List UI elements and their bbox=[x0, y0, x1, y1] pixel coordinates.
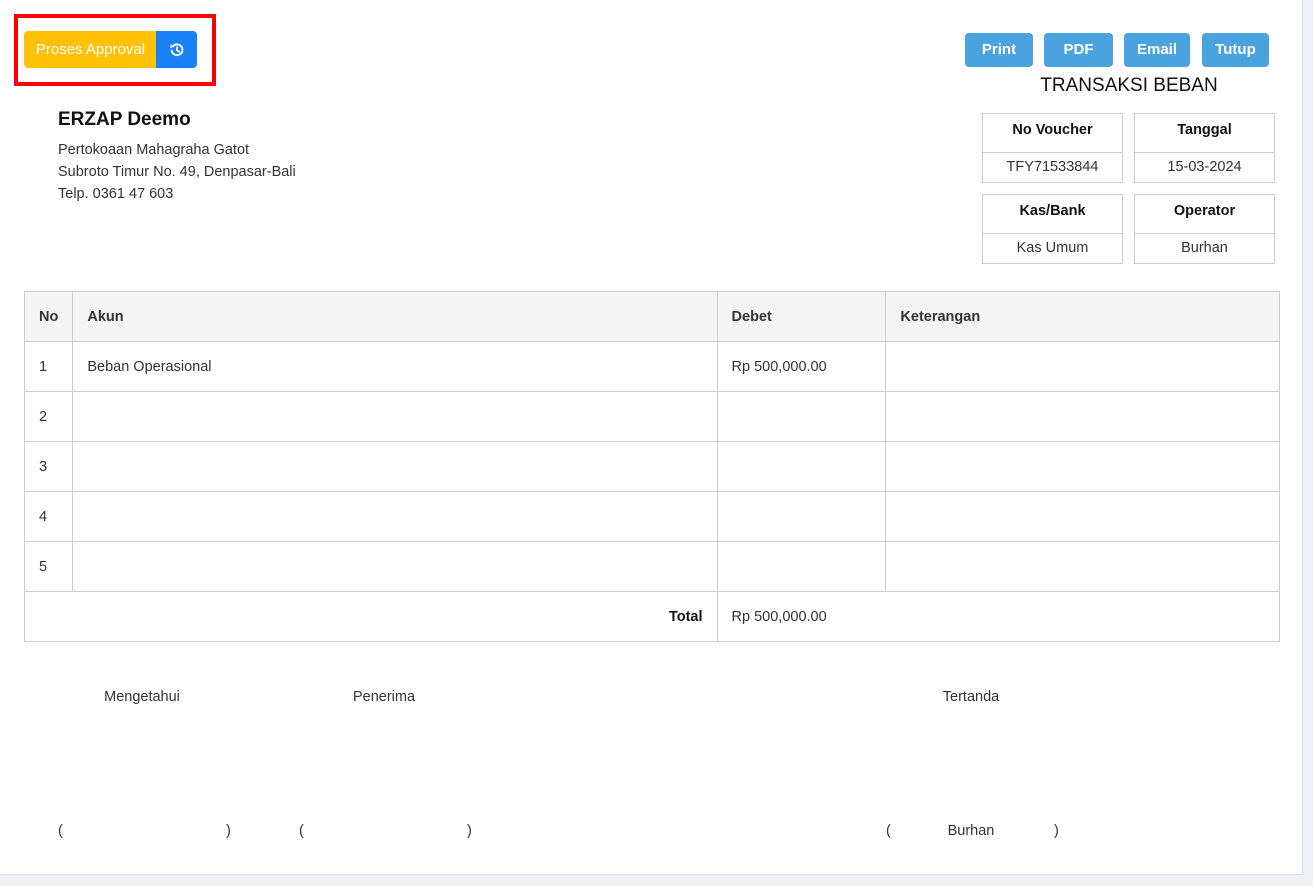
date-box: Tanggal 15-03-2024 bbox=[1134, 113, 1275, 183]
table-row: 2 bbox=[23, 391, 1280, 442]
signature-paren-open: ( bbox=[299, 823, 304, 839]
signature-paren-close: ) bbox=[1054, 823, 1059, 839]
cash-bank-box: Kas/Bank Kas Umum bbox=[982, 194, 1123, 264]
tutup-button[interactable]: Tutup bbox=[1202, 33, 1269, 67]
signer-name: Burhan bbox=[947, 823, 995, 839]
company-name: ERZAP Deemo bbox=[58, 109, 191, 130]
company-phone: Telp. 0361 47 603 bbox=[58, 186, 174, 202]
proses-approval-button[interactable]: Proses Approval bbox=[24, 31, 157, 68]
row-no: 3 bbox=[23, 441, 74, 492]
row-keterangan bbox=[885, 491, 1280, 542]
history-button[interactable] bbox=[156, 31, 197, 68]
table-row: 4 bbox=[23, 491, 1280, 542]
column-header-akun: Akun bbox=[72, 291, 718, 342]
row-debet bbox=[716, 541, 887, 592]
row-keterangan bbox=[885, 541, 1280, 592]
row-akun: Beban Operasional bbox=[72, 341, 718, 392]
cash-bank-label: Kas/Bank bbox=[983, 195, 1122, 234]
row-keterangan bbox=[885, 441, 1280, 492]
signature-label-penerima: Penerima bbox=[352, 689, 416, 705]
row-keterangan bbox=[885, 341, 1280, 392]
signature-paren-close: ) bbox=[226, 823, 231, 839]
row-debet: Rp 500,000.00 bbox=[716, 341, 887, 392]
row-akun bbox=[72, 391, 718, 442]
document-title: TRANSAKSI BEBAN bbox=[1040, 75, 1218, 96]
cash-bank-value: Kas Umum bbox=[1016, 240, 1089, 256]
history-icon bbox=[169, 43, 183, 56]
signature-paren-open: ( bbox=[58, 823, 63, 839]
row-no: 5 bbox=[23, 541, 74, 592]
table-row: 5 bbox=[23, 541, 1280, 592]
row-debet bbox=[716, 491, 887, 542]
company-address-line2: Subroto Timur No. 49, Denpasar-Bali bbox=[58, 164, 296, 180]
operator-label: Operator bbox=[1135, 195, 1274, 234]
table-header-row: No Akun Debet Keterangan bbox=[23, 291, 1280, 342]
expense-table: No Akun Debet Keterangan 1 Beban Operasi… bbox=[23, 291, 1281, 642]
pdf-button[interactable]: PDF bbox=[1044, 33, 1113, 67]
date-label: Tanggal bbox=[1135, 114, 1274, 153]
voucher-label: No Voucher bbox=[983, 114, 1122, 153]
date-value: 15-03-2024 bbox=[1167, 159, 1242, 175]
company-address-line1: Pertokoaan Mahagraha Gatot bbox=[58, 142, 250, 158]
voucher-page: Proses Approval Print PDF Email Tutup TR… bbox=[0, 0, 1303, 875]
operator-value: Burhan bbox=[1181, 240, 1228, 256]
print-button[interactable]: Print bbox=[965, 33, 1033, 67]
row-debet bbox=[716, 391, 887, 442]
row-debet bbox=[716, 441, 887, 492]
email-button[interactable]: Email bbox=[1124, 33, 1190, 67]
company-info: ERZAP Deemo Pertokoaan Mahagraha Gatot S… bbox=[58, 109, 296, 205]
signature-label-mengetahui: Mengetahui bbox=[104, 689, 180, 705]
signature-paren-open: ( bbox=[886, 823, 891, 839]
row-akun bbox=[72, 491, 718, 542]
voucher-box: No Voucher TFY71533844 bbox=[982, 113, 1123, 183]
row-keterangan bbox=[885, 391, 1280, 442]
column-header-keterangan: Keterangan bbox=[885, 291, 1280, 342]
total-label: Total bbox=[24, 591, 718, 642]
total-row: Total Rp 500,000.00 bbox=[24, 591, 1281, 642]
row-akun bbox=[72, 441, 718, 492]
signature-paren-close: ) bbox=[467, 823, 472, 839]
row-no: 4 bbox=[23, 491, 74, 542]
table-row: 1 Beban Operasional Rp 500,000.00 bbox=[23, 341, 1280, 392]
row-no: 2 bbox=[23, 391, 74, 442]
column-header-debet: Debet bbox=[716, 291, 887, 342]
signature-label-tertanda: Tertanda bbox=[942, 689, 1000, 705]
column-header-no: No bbox=[23, 291, 74, 342]
total-value: Rp 500,000.00 bbox=[716, 591, 1281, 642]
voucher-value: TFY71533844 bbox=[1006, 159, 1099, 175]
table-row: 3 bbox=[23, 441, 1280, 492]
row-no: 1 bbox=[23, 341, 74, 392]
row-akun bbox=[72, 541, 718, 592]
operator-box: Operator Burhan bbox=[1134, 194, 1275, 264]
